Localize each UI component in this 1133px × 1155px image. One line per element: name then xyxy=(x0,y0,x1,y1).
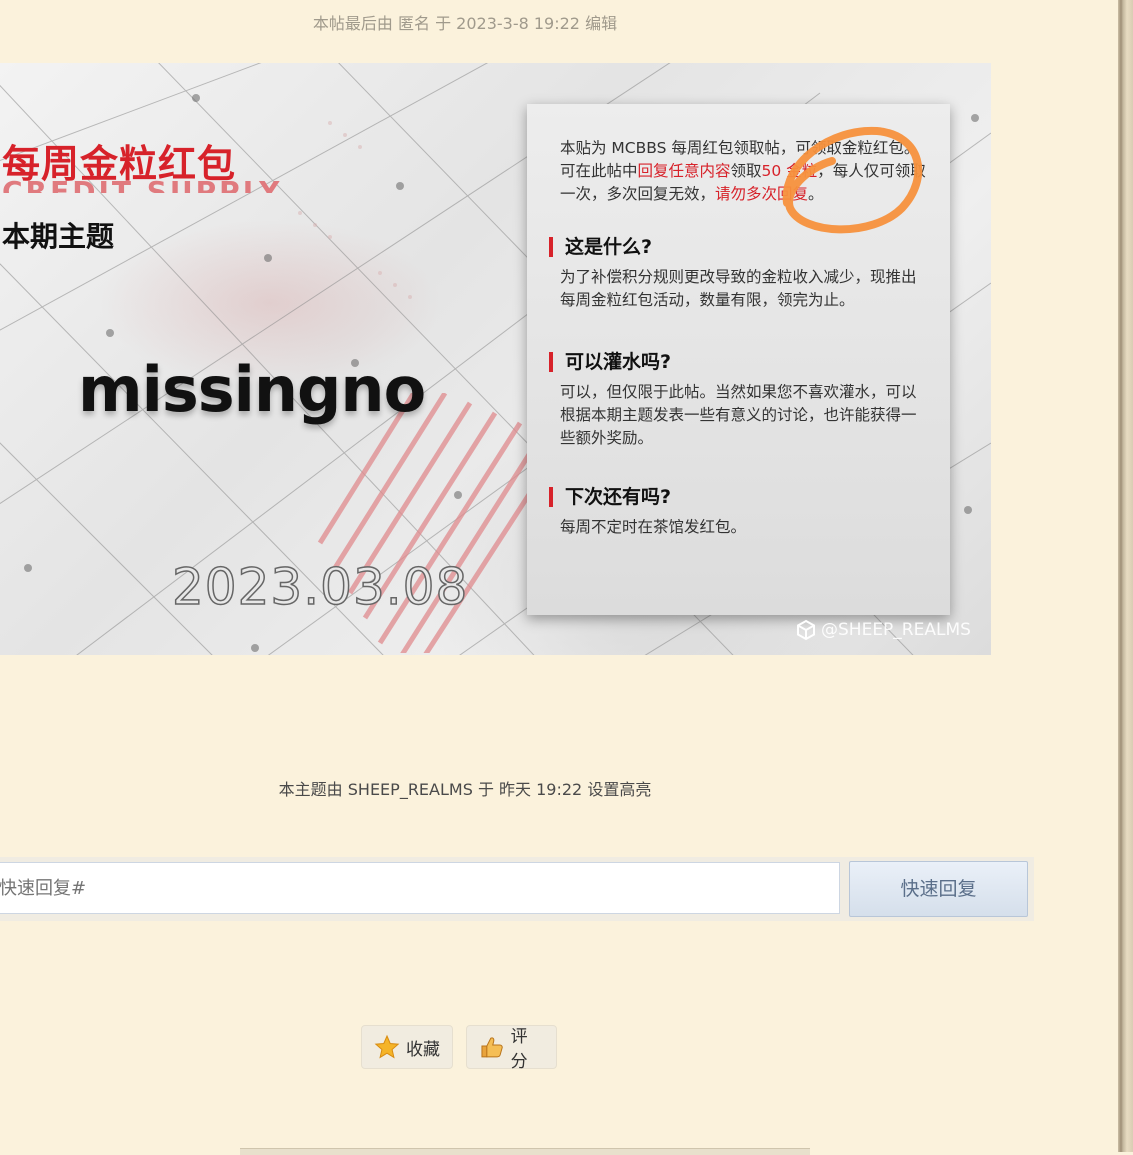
banner-watermark-text: @SHEEP_REALMS xyxy=(821,620,971,640)
red-packet-banner-image: 每周金粒红包 CREDIT SUPPLY 本期主题 missingno 2023… xyxy=(0,63,991,655)
banner-subtitle-en: CREDIT SUPPLY xyxy=(2,175,283,193)
card-q3-title: 下次还有吗? xyxy=(549,487,671,507)
card-q1-body: 为了补偿积分规则更改导致的金粒收入减少，现推出每周金粒红包活动，数量有限，领完为… xyxy=(560,268,917,309)
card-intro-highlight: 回复任意内容 xyxy=(637,162,731,180)
favorite-label: 收藏 xyxy=(406,1039,440,1060)
thumbs-up-icon xyxy=(481,1037,503,1058)
banner-date: 2023.03.08 xyxy=(171,557,469,617)
banner-watermark: @SHEEP_REALMS xyxy=(795,619,971,641)
card-intro-part: 领取 xyxy=(730,162,762,180)
quick-reply-bar: 快速回复 xyxy=(0,857,1034,921)
quick-reply-button[interactable]: 快速回复 xyxy=(849,861,1028,917)
card-q2-body: 可以，但仅限于此帖。当然如果您不喜欢灌水，可以根据本期主题发表一些有意义的讨论，… xyxy=(560,383,917,447)
orange-annotation-circle xyxy=(782,126,923,234)
card-q2-title: 可以灌水吗? xyxy=(549,352,671,372)
rate-label: 评分 xyxy=(510,1027,528,1072)
cube-icon xyxy=(797,619,815,641)
card-q1-title: 这是什么? xyxy=(549,237,652,257)
edit-note: 本帖最后由 匿名 于 2023-3-8 19:22 编辑 xyxy=(312,14,618,33)
highlight-note: 本主题由 SHEEP_REALMS 于 昨天 19:22 设置高亮 xyxy=(278,780,652,799)
favorite-button[interactable]: 收藏 xyxy=(361,1025,453,1069)
card-q3-body: 每周不定时在茶馆发红包。 xyxy=(560,518,747,536)
banner-theme-label: 本期主题 xyxy=(2,220,115,253)
quick-reply-input[interactable] xyxy=(0,862,840,914)
banner-theme-value: missingno xyxy=(78,353,426,426)
rate-button[interactable]: 评分 xyxy=(466,1025,557,1072)
page-scroll-rail xyxy=(1118,0,1133,1152)
star-icon xyxy=(374,1034,400,1059)
